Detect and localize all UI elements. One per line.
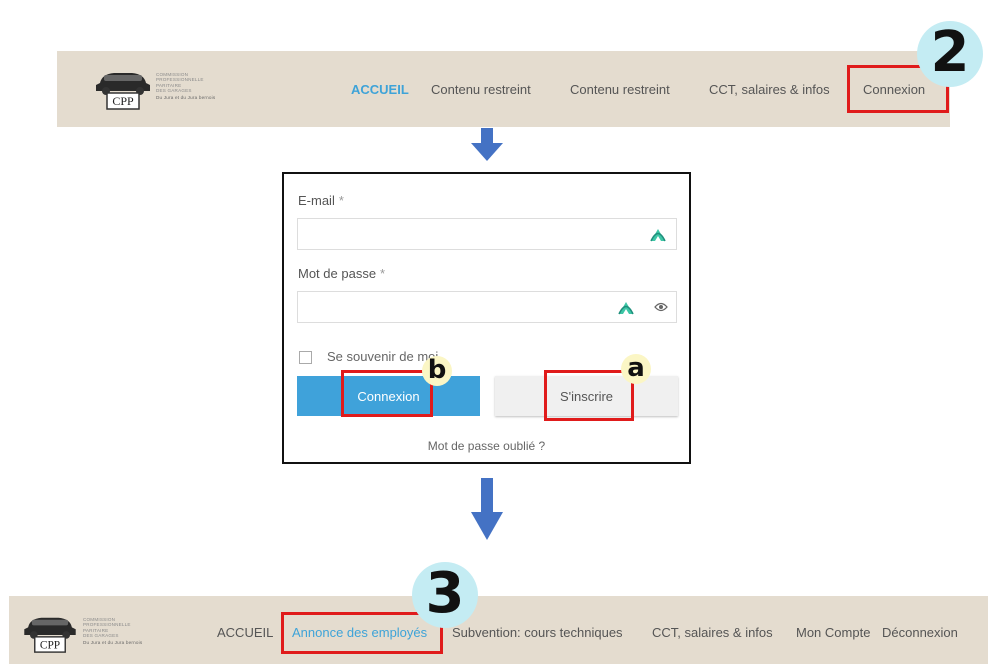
menu-mon-compte[interactable]: Mon Compte — [796, 625, 870, 640]
password-input[interactable] — [297, 291, 677, 323]
cpp-logo[interactable]: CPP COMMISSION PROFESSIONNELLE PARITAIRE… — [21, 614, 171, 654]
forgot-password-link[interactable]: Mot de passe oublié ? — [284, 439, 689, 453]
password-manager-icon[interactable] — [618, 301, 634, 315]
step-badge-b: b — [422, 356, 452, 386]
menu-annonce-employes[interactable]: Annonce des employés — [292, 625, 427, 640]
password-label: Mot de passe * — [298, 266, 386, 281]
menu-accueil[interactable]: ACCUEIL — [351, 82, 409, 97]
step-badge-3: 3 — [412, 562, 478, 628]
site-header-step3: CPP COMMISSION PROFESSIONNELLE PARITAIRE… — [9, 596, 988, 664]
signup-button[interactable]: S'inscrire — [495, 376, 678, 416]
menu-accueil[interactable]: ACCUEIL — [217, 625, 273, 640]
remember-checkbox[interactable] — [299, 351, 312, 364]
logo-text: COMMISSION PROFESSIONNELLE PARITAIRE DES… — [83, 617, 143, 646]
cpp-logo[interactable]: CPP COMMISSION PROFESSIONNELLE PARITAIRE… — [94, 69, 244, 111]
password-manager-icon[interactable] — [650, 228, 666, 242]
email-label: E-mail * — [298, 193, 344, 208]
menu-subvention[interactable]: Subvention: cours techniques — [452, 625, 623, 640]
logo-initials: CPP — [40, 639, 60, 651]
menu-contenu-restreint-1[interactable]: Contenu restreint — [431, 82, 531, 97]
remember-label: Se souvenir de moi — [327, 349, 439, 364]
login-button[interactable]: Connexion — [297, 376, 480, 416]
down-arrow-icon — [471, 478, 503, 540]
menu-cct-salaires[interactable]: CCT, salaires & infos — [709, 82, 830, 97]
car-logo-icon: CPP — [96, 73, 150, 110]
menu-contenu-restreint-2[interactable]: Contenu restreint — [570, 82, 670, 97]
step-badge-a: a — [621, 354, 651, 384]
car-logo-icon: CPP — [24, 617, 76, 653]
logo-text: COMMISSION PROFESSIONNELLE PARITAIRE DES… — [156, 72, 216, 101]
menu-deconnexion[interactable]: Déconnexion — [882, 625, 958, 640]
logo-initials: CPP — [112, 94, 134, 108]
eye-icon[interactable] — [654, 302, 668, 312]
menu-cct-salaires[interactable]: CCT, salaires & infos — [652, 625, 773, 640]
menu-connexion[interactable]: Connexion — [863, 82, 925, 97]
down-arrow-icon — [471, 128, 503, 161]
site-header-step2: CPP COMMISSION PROFESSIONNELLE PARITAIRE… — [57, 51, 950, 127]
step-badge-2: 2 — [917, 21, 983, 87]
login-form: E-mail * Mot de passe * Se souvenir de moi… — [282, 172, 691, 464]
email-input[interactable] — [297, 218, 677, 250]
